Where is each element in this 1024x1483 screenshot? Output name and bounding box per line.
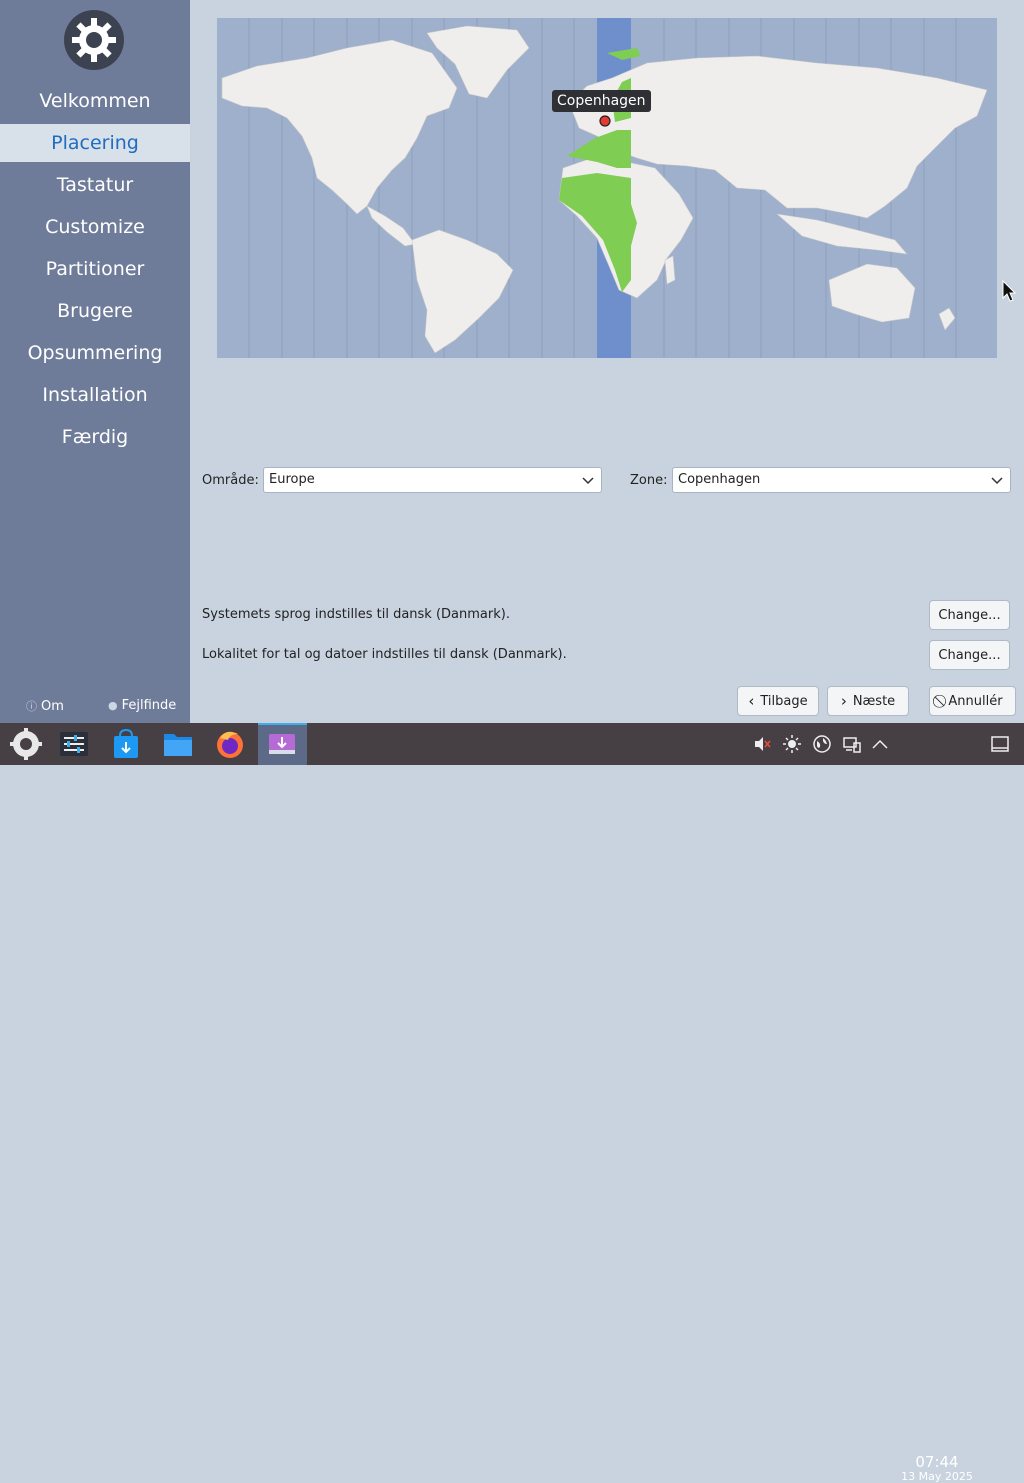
chevron-up-icon[interactable] [870, 734, 890, 754]
next-label: Næste [852, 693, 896, 709]
back-button[interactable]: ‹ Tilbage [737, 686, 819, 716]
about-label: Om [41, 699, 64, 714]
language-info-text: Systemets sprog indstilles til dansk (Da… [202, 607, 510, 622]
display-network-icon[interactable] [842, 734, 862, 754]
next-button[interactable]: › Næste [827, 686, 909, 716]
brightness-icon[interactable] [782, 734, 802, 754]
cancel-label: Annullér [948, 693, 1003, 709]
chevron-left-icon: ‹ [748, 692, 755, 710]
about-button[interactable]: ⓘ Om [26, 698, 64, 714]
clock-date[interactable]: 13 May 2025 [897, 1470, 977, 1483]
bug-icon: ● [108, 699, 118, 712]
region-select[interactable]: Europe [263, 467, 602, 493]
sidebar-item-installation[interactable]: Installation [0, 376, 190, 414]
show-desktop-icon[interactable] [990, 734, 1010, 754]
kde-menu-icon[interactable] [8, 726, 44, 762]
chevron-down-icon [582, 477, 594, 485]
taskbar: 07:44 13 May 2025 [0, 723, 1024, 1483]
map-city-label: Copenhagen [557, 93, 646, 109]
discover-store-icon[interactable] [108, 726, 144, 762]
firefox-icon[interactable] [212, 726, 248, 762]
map-city-tooltip: Copenhagen [552, 90, 651, 112]
cancel-button[interactable]: ⃠Annullér [929, 686, 1016, 716]
change-locale-button[interactable]: Change... [929, 640, 1010, 670]
zone-value: Copenhagen [678, 472, 761, 487]
info-icon: ⓘ [26, 700, 37, 713]
sidebar-item-brugere[interactable]: Brugere [0, 292, 190, 330]
region-label: Område: [202, 473, 259, 488]
change-language-button[interactable]: Change... [929, 600, 1010, 630]
sidebar-item-placering[interactable]: Placering [0, 124, 190, 162]
zone-select[interactable]: Copenhagen [672, 467, 1011, 493]
debug-label: Fejlfinde [121, 698, 177, 713]
locale-info-text: Lokalitet for tal og datoer indstilles t… [202, 647, 567, 662]
sidebar-item-tastatur[interactable]: Tastatur [0, 166, 190, 204]
back-label: Tilbage [760, 693, 808, 709]
speaker-muted-icon[interactable] [752, 734, 772, 754]
network-globe-icon[interactable] [812, 734, 832, 754]
timezone-map[interactable] [217, 18, 997, 358]
sidebar-item-opsummering[interactable]: Opsummering [0, 334, 190, 372]
system-settings-icon[interactable] [56, 726, 92, 762]
mouse-cursor-icon [1002, 280, 1016, 302]
installer-icon[interactable] [264, 726, 300, 762]
zone-label: Zone: [630, 473, 668, 488]
region-value: Europe [269, 472, 315, 487]
sidebar-item-partitioner[interactable]: Partitioner [0, 250, 190, 288]
kde-logo-icon [64, 10, 124, 70]
file-manager-icon[interactable] [160, 726, 196, 762]
sidebar-item-customize[interactable]: Customize [0, 208, 190, 246]
clock-time[interactable]: 07:44 [905, 1453, 969, 1471]
sidebar-item-velkommen[interactable]: Velkommen [0, 82, 190, 120]
chevron-down-icon [991, 477, 1003, 485]
location-pin-icon [599, 115, 611, 127]
chevron-right-icon: › [840, 692, 847, 710]
debug-button[interactable]: ● Fejlfinde [108, 698, 176, 713]
sidebar: Velkommen Placering Tastatur Customize P… [0, 0, 190, 723]
sidebar-item-faerdig[interactable]: Færdig [0, 418, 190, 456]
main-panel: Copenhagen Område: Europe Zone: Copenhag… [190, 0, 1024, 723]
